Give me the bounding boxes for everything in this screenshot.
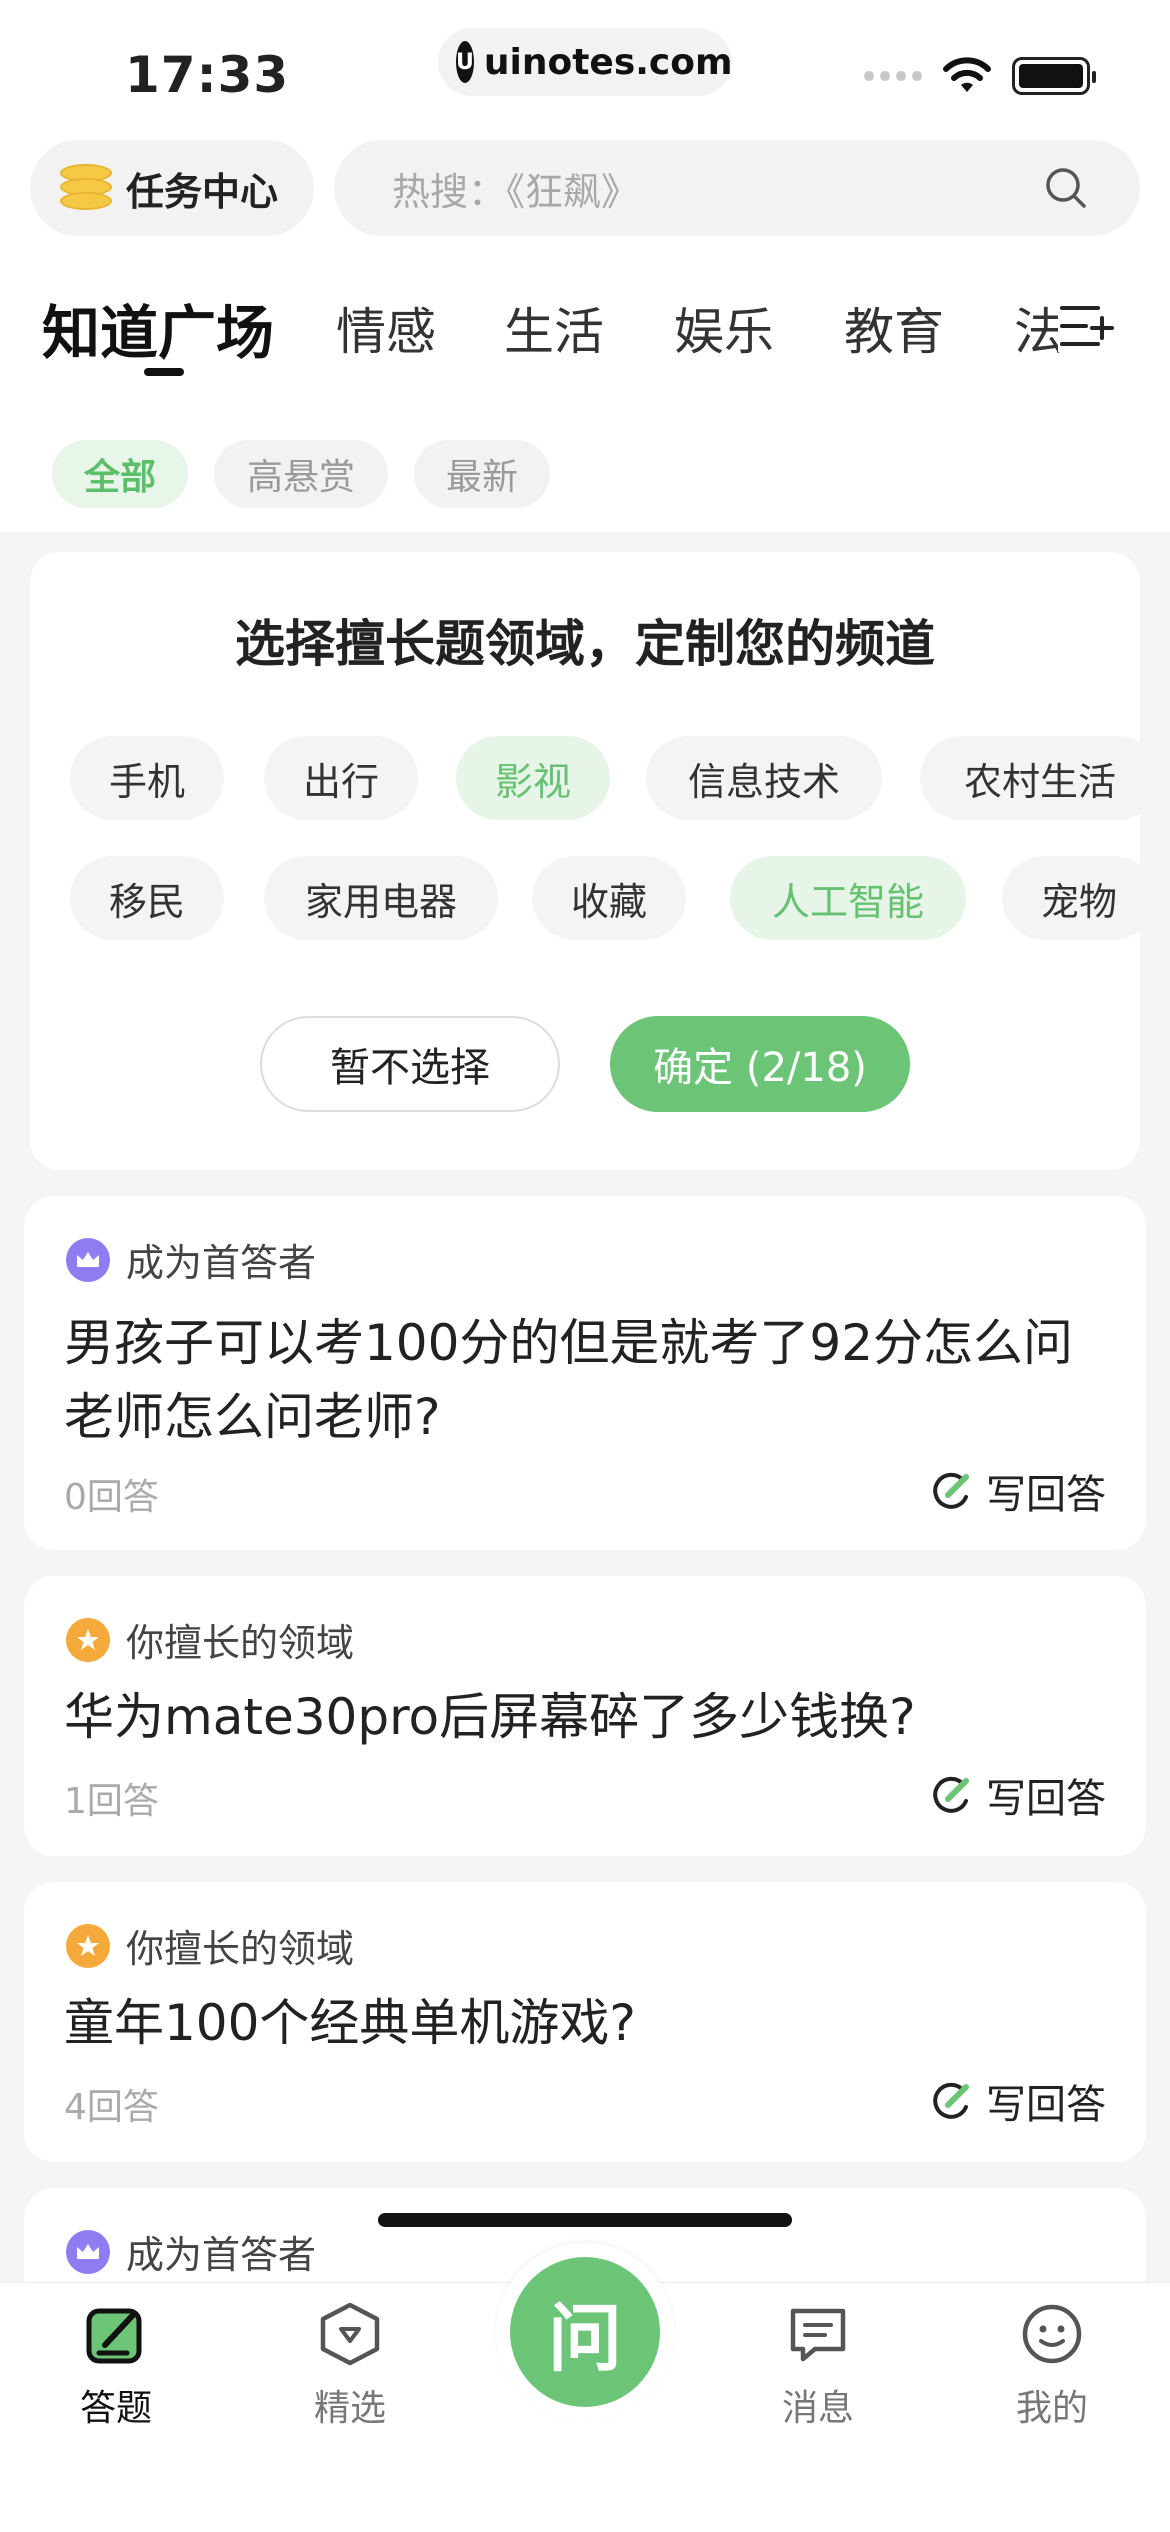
nav-featured-label: 精选: [313, 2388, 386, 2429]
nav-messages-label: 消息: [781, 2388, 854, 2429]
domain-chip[interactable]: 农村生活: [920, 736, 1160, 820]
nav-answer[interactable]: 答题: [46, 2301, 186, 2431]
question-tag-label: 你擅长的领域: [126, 1927, 355, 1971]
star-icon: [66, 1923, 110, 1968]
question-title[interactable]: 童年100个经典单机游戏?: [64, 1986, 1104, 2060]
nav-answer-label: 答题: [79, 2388, 152, 2429]
search-input[interactable]: 热搜：《狂飙》: [334, 140, 1140, 236]
status-bar: 17:33 U uinotes.com: [0, 0, 1170, 130]
domain-picker-title: 选择擅长题领域，定制您的频道: [235, 615, 935, 673]
nav-messages[interactable]: 消息: [748, 2301, 888, 2431]
domain-picker-card: 选择擅长题领域，定制您的频道 手机 出行 影视 信息技术 农村生活 移民 家用电…: [30, 552, 1160, 1170]
write-answer-button[interactable]: 写回答: [932, 1766, 1106, 1824]
domain-chip[interactable]: 信息技术: [646, 736, 882, 820]
domain-chip[interactable]: 家用电器: [264, 856, 498, 940]
write-answer-button[interactable]: 写回答: [932, 1462, 1106, 1520]
domain-chip[interactable]: 收藏: [532, 856, 686, 940]
write-answer-button[interactable]: 写回答: [932, 2072, 1106, 2130]
tab-law[interactable]: 法: [1014, 292, 1064, 364]
coin-stack-icon: [60, 164, 112, 212]
question-tag: 你擅长的领域: [66, 1612, 354, 1667]
question-card[interactable]: 你擅长的领域 华为mate30pro后屏幕碎了多少钱换? 1回答 写回答: [24, 1576, 1146, 1856]
battery-icon: [1012, 57, 1096, 95]
nav-me[interactable]: 我的: [982, 2301, 1122, 2431]
answer-edit-icon: [86, 2308, 142, 2364]
status-icons: [864, 56, 1096, 96]
write-answer-label: 写回答: [986, 2082, 1106, 2128]
search-placeholder: 热搜：《狂飙》: [392, 169, 640, 214]
top-bar: 任务中心 热搜：《狂飙》: [0, 130, 1170, 280]
url-text: uinotes.com: [483, 41, 733, 83]
filter-bar: 全部 高悬赏 最新: [0, 410, 1170, 532]
domain-chip[interactable]: 出行: [264, 736, 418, 820]
tab-education[interactable]: 教育: [844, 292, 944, 364]
write-answer-label: 写回答: [986, 1472, 1106, 1518]
filter-latest[interactable]: 最新: [414, 440, 550, 508]
tab-entertainment[interactable]: 娱乐: [674, 292, 774, 364]
filter-all[interactable]: 全部: [52, 440, 188, 508]
active-tab-indicator: [144, 368, 184, 376]
question-tag-label: 你擅长的领域: [126, 1621, 355, 1665]
write-answer-label: 写回答: [986, 1776, 1106, 1822]
question-tag: 成为首答者: [66, 1232, 316, 1287]
answer-count: 4回答: [64, 2087, 159, 2128]
nav-me-label: 我的: [1015, 2388, 1088, 2429]
url-pill: U uinotes.com: [438, 28, 733, 96]
question-tag: 成为首答者: [66, 2224, 316, 2279]
domain-chip-selected[interactable]: 人工智能: [730, 856, 966, 940]
nav-featured[interactable]: 精选: [280, 2301, 420, 2431]
write-answer-icon: [933, 2082, 969, 2119]
domain-chip-selected[interactable]: 影视: [456, 736, 610, 820]
crown-icon: [66, 2229, 110, 2274]
site-logo-icon: U: [456, 41, 474, 83]
tab-zhidao-square[interactable]: 知道广场: [42, 286, 274, 370]
crown-icon: [66, 1237, 110, 1282]
signal-dots-icon: [864, 71, 922, 81]
home-indicator: [378, 2213, 792, 2227]
question-tag-label: 成为首答者: [126, 1241, 317, 1285]
question-title[interactable]: 男孩子可以考100分的但是就考了92分怎么问老师怎么问老师?: [64, 1306, 1104, 1454]
question-card[interactable]: 你擅长的领域 童年100个经典单机游戏? 4回答 写回答: [24, 1882, 1146, 2162]
confirm-button[interactable]: 确定 (2/18): [610, 1016, 910, 1112]
question-title[interactable]: 华为mate30pro后屏幕碎了多少钱换?: [64, 1680, 1104, 1754]
star-icon: [66, 1617, 110, 1662]
task-center-label: 任务中心: [126, 169, 279, 214]
question-card[interactable]: 成为首答者 男孩子可以考100分的但是就考了92分怎么问老师怎么问老师? 0回答…: [24, 1196, 1146, 1550]
task-center-button[interactable]: 任务中心: [30, 140, 314, 236]
answer-count: 0回答: [64, 1477, 159, 1518]
featured-diamond-icon: [320, 2302, 380, 2366]
skip-button[interactable]: 暂不选择: [260, 1016, 560, 1112]
profile-smile-icon: [1022, 2304, 1082, 2364]
channel-edit-icon[interactable]: [1058, 300, 1114, 352]
question-tag-label: 成为首答者: [126, 2233, 317, 2277]
write-answer-icon: [933, 1472, 969, 1509]
ask-button-label: 问: [510, 2257, 660, 2407]
domain-chip[interactable]: 宠物: [1002, 856, 1156, 940]
write-answer-icon: [933, 1776, 969, 1813]
ask-button[interactable]: 问: [496, 2243, 674, 2421]
answer-count: 1回答: [64, 1781, 159, 1822]
channel-tabs: 知道广场 情感 生活 娱乐 教育 法: [0, 280, 1170, 410]
tab-emotion[interactable]: 情感: [336, 292, 436, 364]
domain-chip[interactable]: 移民: [70, 856, 224, 940]
message-icon: [790, 2308, 846, 2362]
domain-chip[interactable]: 手机: [70, 736, 224, 820]
filter-high-reward[interactable]: 高悬赏: [214, 440, 388, 508]
wifi-icon: [943, 57, 991, 92]
question-tag: 你擅长的领域: [66, 1918, 354, 1973]
tab-life[interactable]: 生活: [504, 292, 604, 364]
search-icon[interactable]: [1044, 166, 1088, 210]
status-time: 17:33: [125, 46, 290, 104]
bottom-nav: 答题 精选 问 消息 我的: [0, 2213, 1170, 2532]
